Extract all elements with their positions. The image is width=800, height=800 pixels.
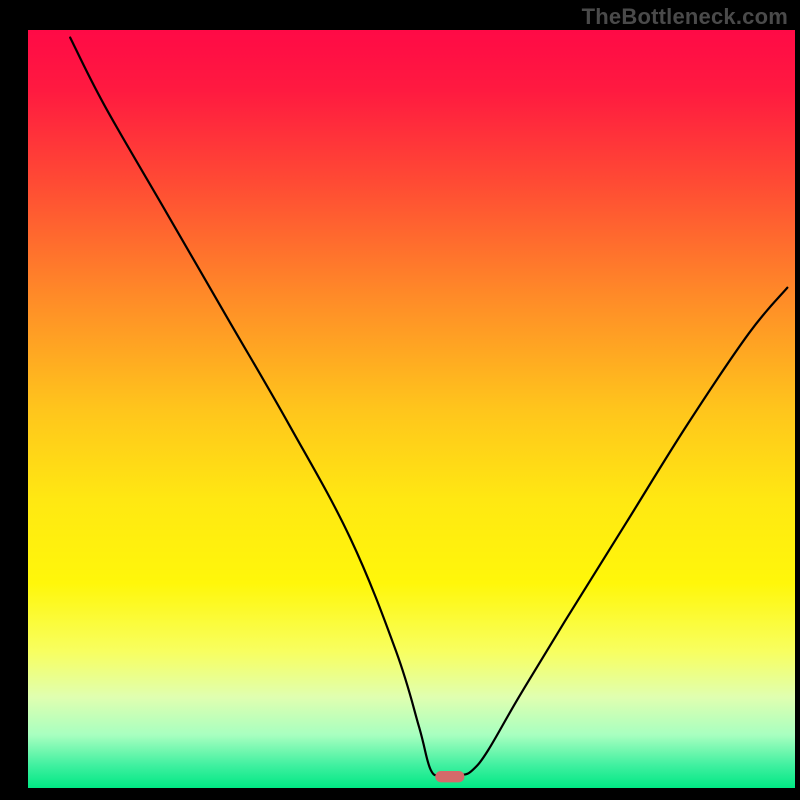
plot-background <box>28 30 795 788</box>
optimal-marker <box>435 771 464 782</box>
chart-svg <box>0 0 800 800</box>
bottleneck-chart: TheBottleneck.com <box>0 0 800 800</box>
watermark-label: TheBottleneck.com <box>582 4 788 30</box>
